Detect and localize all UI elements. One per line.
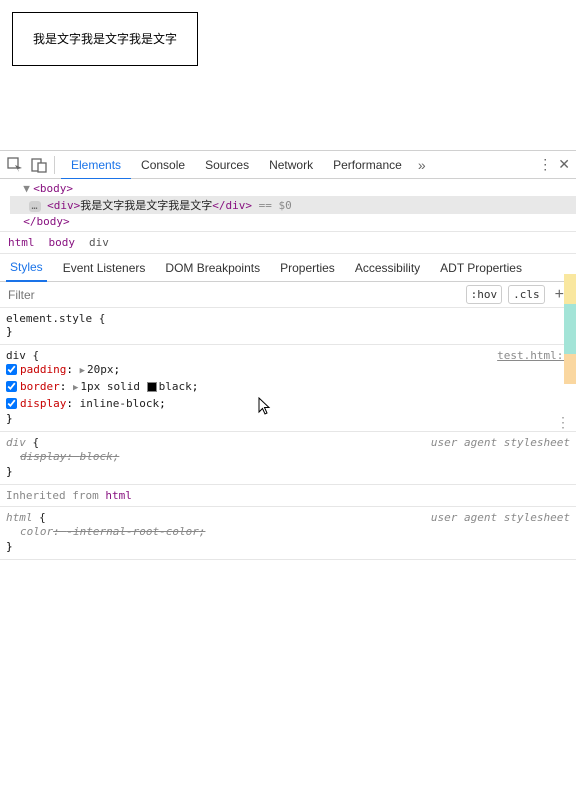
css-rule[interactable]: user agent stylesheethtml {color: -inter… (0, 507, 576, 560)
toggle-declaration[interactable] (6, 398, 17, 409)
css-declaration[interactable]: display: inline-block; (6, 396, 570, 412)
breadcrumb-item[interactable]: html (8, 236, 35, 249)
subtab-styles[interactable]: Styles (6, 254, 47, 282)
overview-ruler (564, 274, 576, 384)
toggle-declaration[interactable] (6, 381, 17, 392)
dom-line[interactable]: … <div>我是文字我是文字我是文字</div> == $0 (10, 196, 576, 214)
rendered-page: 我是文字我是文字我是文字 (0, 0, 576, 150)
css-declaration[interactable]: display: block; (6, 449, 570, 465)
inspect-icon[interactable] (6, 156, 24, 174)
toggle-declaration[interactable] (6, 364, 17, 375)
css-declaration[interactable]: padding: ▶20px; (6, 362, 570, 379)
css-rule[interactable]: test.html:3div {padding: ▶20px;border: ▶… (0, 345, 576, 432)
subtab-event-listeners[interactable]: Event Listeners (59, 254, 150, 282)
subtab-properties[interactable]: Properties (276, 254, 339, 282)
source-link[interactable]: test.html:3 (497, 349, 570, 362)
tab-elements[interactable]: Elements (61, 152, 131, 180)
kebab-menu-icon[interactable]: ⋮ (538, 156, 552, 173)
dom-line[interactable]: </body> (10, 214, 576, 229)
styles-pane[interactable]: element.style {}test.html:3div {padding:… (0, 308, 576, 807)
subtab-adt-properties[interactable]: ADT Properties (436, 254, 526, 282)
css-declaration[interactable]: color: -internal-root-color; (6, 524, 570, 540)
devtools-panel: ElementsConsoleSourcesNetworkPerformance… (0, 150, 576, 807)
user-agent-label: user agent stylesheet (431, 511, 570, 524)
cls-toggle[interactable]: .cls (508, 285, 545, 304)
close-icon[interactable]: ✕ (558, 156, 570, 173)
inherited-separator: Inherited from html (0, 485, 576, 507)
tab-console[interactable]: Console (131, 151, 195, 179)
breadcrumb-item[interactable]: div (89, 236, 109, 249)
device-toggle-icon[interactable] (30, 156, 48, 174)
hov-toggle[interactable]: :hov (466, 285, 503, 304)
styles-subtabs: Styles Event Listeners DOM Breakpoints Prop… (0, 254, 576, 282)
demo-div: 我是文字我是文字我是文字 (12, 12, 198, 66)
breadcrumb-item[interactable]: body (49, 236, 76, 249)
devtools-tabbar: ElementsConsoleSourcesNetworkPerformance… (0, 151, 576, 179)
tab-network[interactable]: Network (259, 151, 323, 179)
css-declaration[interactable]: border: ▶1px solid black; (6, 379, 570, 396)
rule-menu-icon[interactable]: ⋮ (556, 419, 570, 427)
viewport: 我是文字我是文字我是文字 ElementsConsoleSourcesNetwo… (0, 0, 576, 807)
color-swatch[interactable] (147, 382, 157, 392)
more-tabs-icon[interactable]: » (418, 157, 426, 173)
css-rule[interactable]: user agent stylesheetdiv {display: block… (0, 432, 576, 485)
styles-filter-row: :hov .cls + (0, 282, 576, 308)
user-agent-label: user agent stylesheet (431, 436, 570, 449)
dom-line[interactable]: ▼<body> (10, 181, 576, 196)
dom-tree[interactable]: ▼<body> … <div>我是文字我是文字我是文字</div> == $0 … (0, 179, 576, 232)
divider (54, 156, 55, 174)
css-rule[interactable]: element.style {} (0, 308, 576, 345)
subtab-dom-breakpoints[interactable]: DOM Breakpoints (161, 254, 264, 282)
breadcrumb[interactable]: html bodydiv (0, 232, 576, 254)
tab-performance[interactable]: Performance (323, 151, 412, 179)
styles-filter-input[interactable] (8, 288, 460, 302)
subtab-accessibility[interactable]: Accessibility (351, 254, 424, 282)
tab-sources[interactable]: Sources (195, 151, 259, 179)
